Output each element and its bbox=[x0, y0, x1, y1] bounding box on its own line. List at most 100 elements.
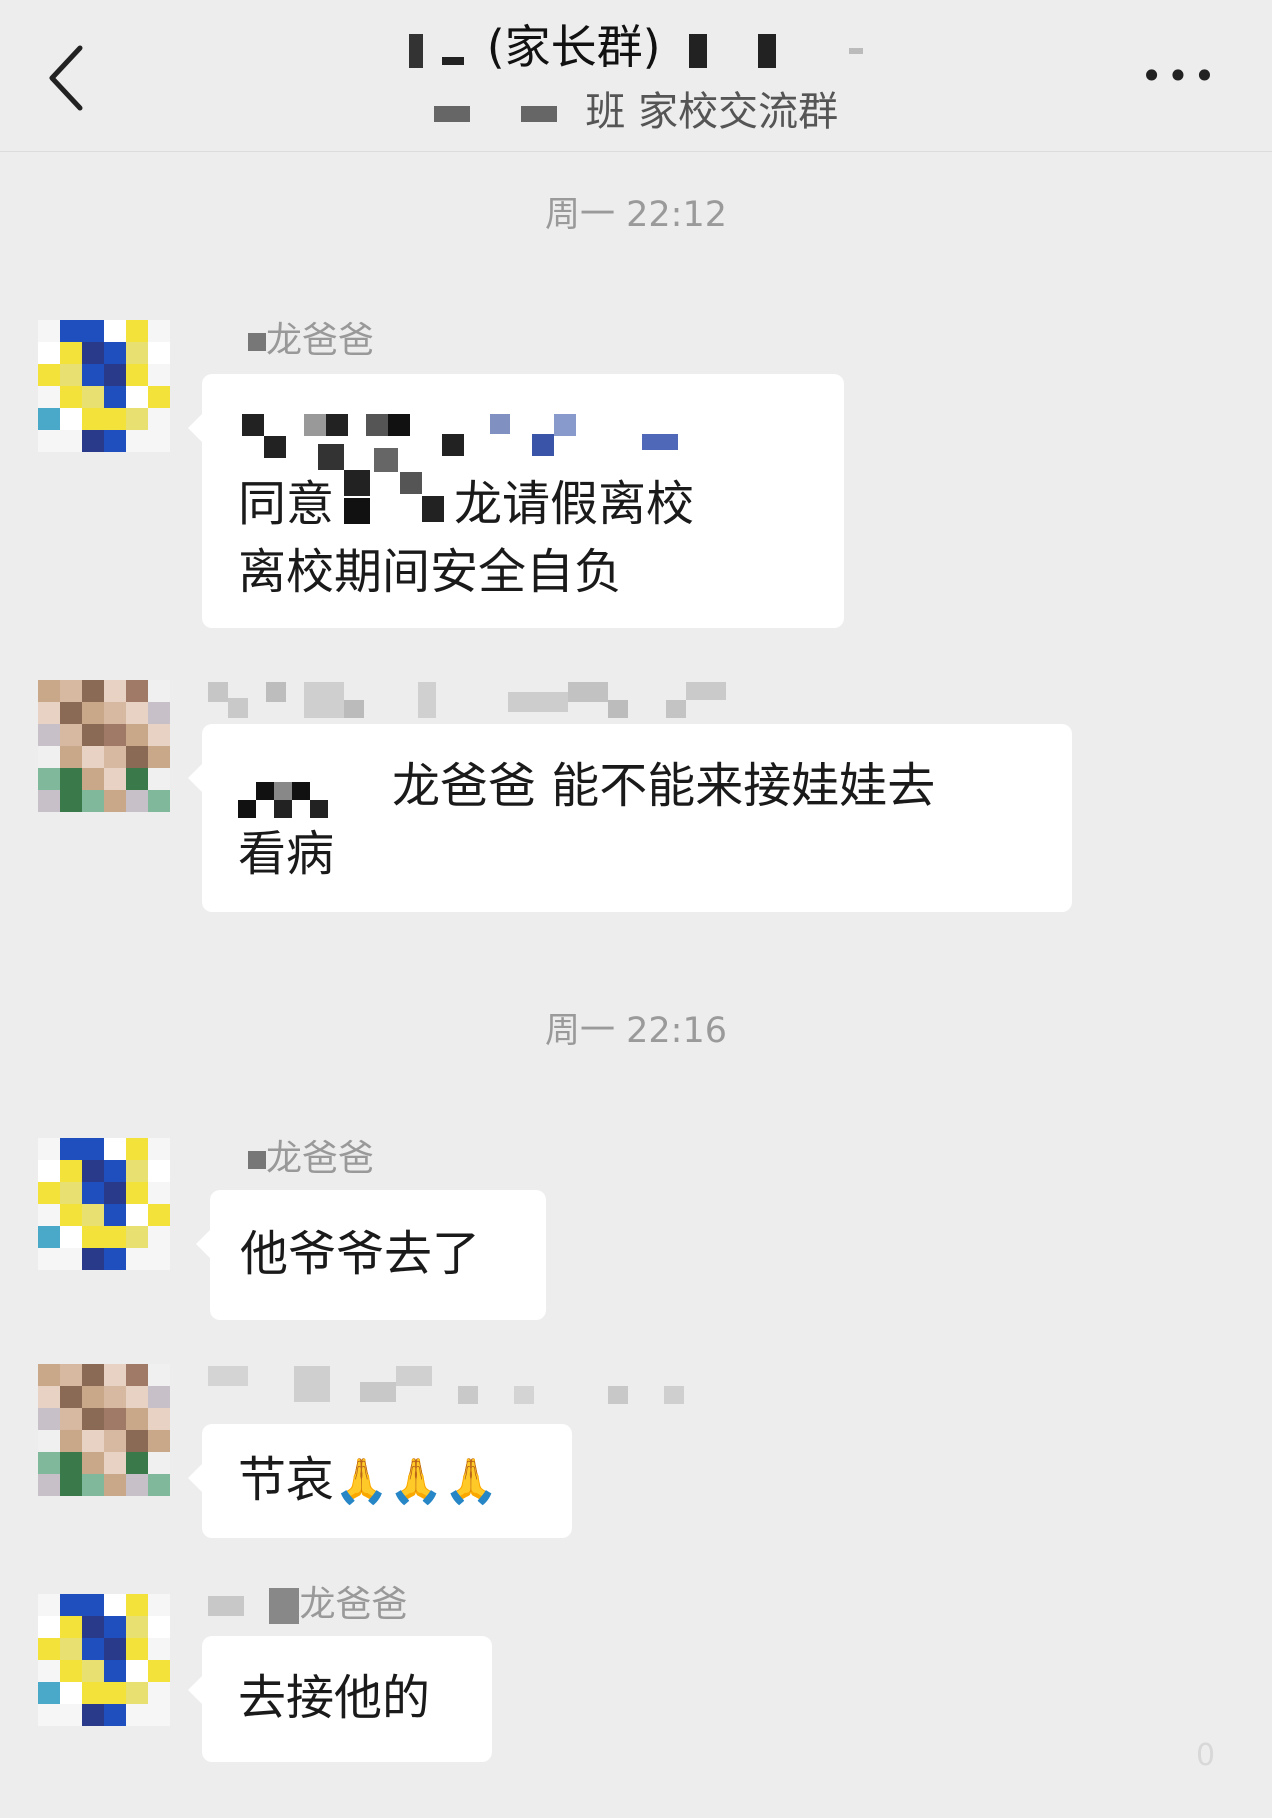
avatar-pixel bbox=[126, 1160, 148, 1182]
message-text: 节哀🙏🙏🙏 bbox=[238, 1446, 498, 1516]
avatar-pixel bbox=[126, 724, 148, 746]
avatar-pixel bbox=[82, 1594, 104, 1616]
message-bubble[interactable]: 他爷爷去了 bbox=[196, 1190, 546, 1320]
sender-name: 龙爸爸 bbox=[248, 1136, 374, 1182]
avatar-pixel bbox=[148, 1430, 170, 1452]
avatar-pixel bbox=[82, 1160, 104, 1182]
avatar-pixel bbox=[148, 1452, 170, 1474]
avatar-pixel bbox=[104, 1594, 126, 1616]
message-bubble[interactable]: 同意 龙请假离校 离校期间安全自负 bbox=[188, 374, 844, 628]
avatar-pixel bbox=[60, 1638, 82, 1660]
avatar-pixel bbox=[104, 408, 126, 430]
avatar-pixel bbox=[60, 1138, 82, 1160]
avatar-pixel bbox=[60, 320, 82, 342]
message-line: 离校期间安全自负 bbox=[238, 544, 623, 600]
message-line: 去接他的 bbox=[238, 1670, 431, 1726]
avatar-pixel bbox=[38, 408, 60, 430]
avatar-pixel bbox=[104, 430, 126, 452]
avatar-pixel bbox=[148, 364, 170, 386]
avatar-pixel bbox=[126, 1682, 148, 1704]
avatar-pixel bbox=[38, 1160, 60, 1182]
avatar-pixel bbox=[148, 1616, 170, 1638]
avatar-pixel bbox=[82, 768, 104, 790]
avatar-pixel bbox=[82, 1474, 104, 1496]
avatar-pixel bbox=[38, 1638, 60, 1660]
avatar-pixel bbox=[148, 1248, 170, 1270]
avatar-pixel bbox=[126, 1408, 148, 1430]
avatar[interactable] bbox=[38, 320, 170, 452]
avatar-pixel bbox=[104, 1138, 126, 1160]
message-bubble[interactable]: 节哀🙏🙏🙏 bbox=[188, 1424, 572, 1538]
avatar-pixel bbox=[82, 320, 104, 342]
message-bubble[interactable]: 去接他的 bbox=[188, 1636, 492, 1762]
avatar-pixel bbox=[126, 1204, 148, 1226]
avatar-pixel bbox=[82, 430, 104, 452]
avatar-pixel bbox=[104, 342, 126, 364]
avatar-pixel bbox=[82, 1704, 104, 1726]
avatar-pixel bbox=[82, 724, 104, 746]
avatar-pixel bbox=[148, 386, 170, 408]
avatar[interactable] bbox=[38, 680, 170, 812]
avatar-pixel bbox=[38, 768, 60, 790]
avatar-pixel bbox=[60, 430, 82, 452]
avatar-pixel bbox=[60, 1408, 82, 1430]
avatar-pixel bbox=[104, 1660, 126, 1682]
avatar-pixel bbox=[82, 408, 104, 430]
avatar-pixel bbox=[104, 1364, 126, 1386]
message-line: 看病 bbox=[238, 826, 335, 882]
avatar-pixel bbox=[126, 1386, 148, 1408]
avatar-pixel bbox=[82, 342, 104, 364]
avatar-pixel bbox=[148, 1660, 170, 1682]
avatar-pixel bbox=[148, 1638, 170, 1660]
avatar-pixel bbox=[38, 1364, 60, 1386]
avatar-pixel bbox=[148, 320, 170, 342]
avatar-pixel bbox=[104, 768, 126, 790]
avatar[interactable] bbox=[38, 1594, 170, 1726]
redaction-mark bbox=[248, 1151, 266, 1169]
avatar-pixel bbox=[38, 1682, 60, 1704]
avatar-pixel bbox=[126, 1248, 148, 1270]
avatar-pixel bbox=[104, 746, 126, 768]
avatar-pixel bbox=[38, 680, 60, 702]
avatar-pixel bbox=[60, 1704, 82, 1726]
avatar-pixel bbox=[38, 386, 60, 408]
avatar-pixel bbox=[60, 1474, 82, 1496]
avatar[interactable] bbox=[38, 1364, 170, 1496]
avatar[interactable] bbox=[38, 1138, 170, 1270]
redaction-mark bbox=[248, 333, 266, 351]
avatar-pixel bbox=[126, 430, 148, 452]
avatar-pixel bbox=[126, 1474, 148, 1496]
avatar-pixel bbox=[104, 680, 126, 702]
avatar-pixel bbox=[126, 790, 148, 812]
avatar-pixel bbox=[126, 746, 148, 768]
avatar-pixel bbox=[126, 364, 148, 386]
avatar-pixel bbox=[148, 1474, 170, 1496]
avatar-pixel bbox=[38, 1386, 60, 1408]
sender-name: 龙爸爸 bbox=[248, 318, 374, 364]
avatar-pixel bbox=[126, 1364, 148, 1386]
avatar-pixel bbox=[126, 1452, 148, 1474]
avatar-pixel bbox=[126, 1182, 148, 1204]
avatar-pixel bbox=[82, 1660, 104, 1682]
redaction-mark bbox=[848, 47, 863, 54]
avatar-pixel bbox=[148, 1408, 170, 1430]
message-bubble[interactable]: 龙爸爸 能不能来接娃娃去 看病 bbox=[188, 724, 1072, 912]
avatar-pixel bbox=[82, 1616, 104, 1638]
avatar-pixel bbox=[148, 1160, 170, 1182]
avatar-pixel bbox=[126, 408, 148, 430]
avatar-pixel bbox=[104, 320, 126, 342]
chat-title-text: (家长群) bbox=[486, 20, 661, 74]
avatar-pixel bbox=[38, 702, 60, 724]
avatar-pixel bbox=[60, 1452, 82, 1474]
more-options-button[interactable]: ••• bbox=[1140, 56, 1220, 96]
avatar-pixel bbox=[60, 790, 82, 812]
avatar-pixel bbox=[148, 680, 170, 702]
avatar-pixel bbox=[60, 746, 82, 768]
avatar-pixel bbox=[82, 1226, 104, 1248]
avatar-pixel bbox=[82, 1452, 104, 1474]
avatar-pixel bbox=[126, 1594, 148, 1616]
avatar-pixel bbox=[38, 1474, 60, 1496]
avatar-pixel bbox=[126, 342, 148, 364]
avatar-pixel bbox=[60, 1364, 82, 1386]
avatar-pixel bbox=[104, 1616, 126, 1638]
